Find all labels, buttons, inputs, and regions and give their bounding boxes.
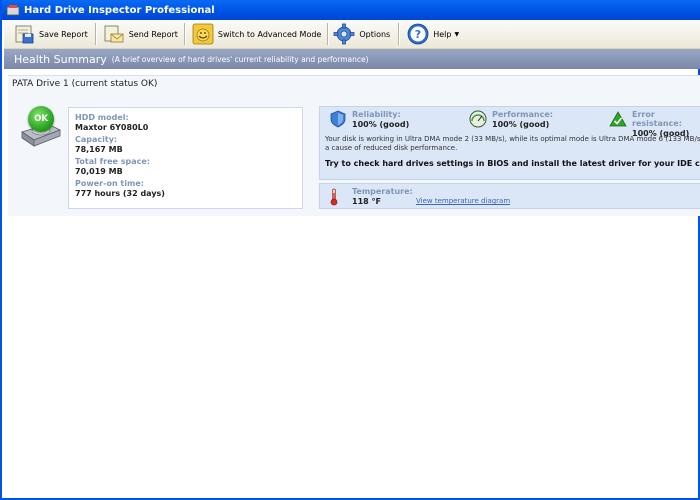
temperature-label: Temperature: (352, 187, 413, 196)
drive-info-box: HDD model: Maxtor 6Y080L0 Capacity: 78,1… (68, 107, 303, 209)
advanced-mode-button[interactable]: Switch to Advanced Mode (191, 21, 321, 47)
reliability-metric: Reliability: 100% (good) (329, 110, 409, 129)
summary-subtitle: (A brief overview of hard drives' curren… (111, 54, 369, 64)
summary-title: Health Summary (14, 52, 107, 66)
save-report-button[interactable]: Save Report (12, 21, 88, 47)
options-button[interactable]: Options (332, 21, 390, 47)
toolbar-separator (94, 23, 96, 45)
status-warning: Try to check hard drives settings in BIO… (325, 159, 700, 168)
shield-icon (329, 110, 347, 128)
toolbar-separator (327, 23, 329, 45)
toolbar: Save Report Send Report Switch to Advanc… (4, 20, 700, 49)
free-space-label: Total free space: (75, 157, 150, 166)
toolbar-separator (398, 23, 400, 45)
performance-value: 100% (good) (492, 120, 550, 129)
status-badge: OK (28, 106, 54, 132)
drive-panel: PATA Drive 1 (current status OK) OK HDD … (8, 75, 700, 216)
reliability-value: 100% (good) (352, 120, 410, 129)
power-on-value: 777 hours (32 days) (75, 189, 165, 198)
view-temperature-diagram-link[interactable]: View temperature diagram (416, 197, 510, 205)
chevron-down-icon: ▼ (454, 30, 460, 38)
error-resistance-metric: Error resistance: 100% (good) (609, 110, 700, 138)
model-label: HDD model: (75, 113, 129, 122)
capacity-value: 78,167 MB (75, 145, 123, 154)
svg-text:?: ? (415, 28, 421, 41)
save-icon (12, 22, 36, 46)
check-triangle-icon (609, 110, 627, 128)
window-title: Hard Drive Inspector Professional (24, 4, 215, 16)
advanced-mode-label: Switch to Advanced Mode (217, 29, 322, 39)
options-label: Options (359, 29, 391, 39)
power-on-label: Power-on time: (75, 179, 144, 188)
advanced-mode-icon (191, 22, 215, 46)
send-icon (102, 22, 126, 46)
drive-header: PATA Drive 1 (current status OK) (12, 79, 158, 89)
send-report-label: Send Report (128, 29, 178, 39)
performance-metric: Performance: 100% (good) (469, 110, 553, 129)
status-line-1: Your disk is working in Ultra DMA mode 2… (325, 135, 700, 143)
temperature-box: Temperature: 118 °F View temperature dia… (319, 183, 700, 209)
status-line-2: a cause of reduced disk performance. (325, 144, 458, 152)
free-space-value: 70,019 MB (75, 167, 123, 176)
performance-label: Performance: (492, 110, 553, 119)
send-report-button[interactable]: Send Report (102, 21, 178, 47)
help-button[interactable]: ? Help ▼ (406, 21, 459, 47)
gear-icon (332, 22, 356, 46)
speedometer-icon (469, 110, 487, 128)
health-summary-header: Health Summary (A brief overview of hard… (4, 49, 700, 69)
status-description: Your disk is working in Ultra DMA mode 2… (325, 135, 700, 153)
temperature-value: 118 °F (352, 197, 381, 206)
title-bar[interactable]: Hard Drive Inspector Professional (2, 0, 700, 20)
capacity-label: Capacity: (75, 135, 118, 144)
model-value: Maxtor 6Y080L0 (75, 123, 149, 132)
error-resistance-label: Error resistance: (632, 110, 682, 128)
help-icon: ? (406, 22, 430, 46)
app-icon (6, 4, 20, 16)
health-status-box: Reliability: 100% (good) Performance: 10… (319, 106, 700, 180)
toolbar-separator (183, 23, 185, 45)
save-report-label: Save Report (39, 29, 88, 39)
thermometer-icon (329, 188, 339, 206)
help-label: Help (433, 29, 452, 39)
reliability-label: Reliability: (352, 110, 401, 119)
app-window: Hard Drive Inspector Professional Save R… (0, 0, 700, 500)
